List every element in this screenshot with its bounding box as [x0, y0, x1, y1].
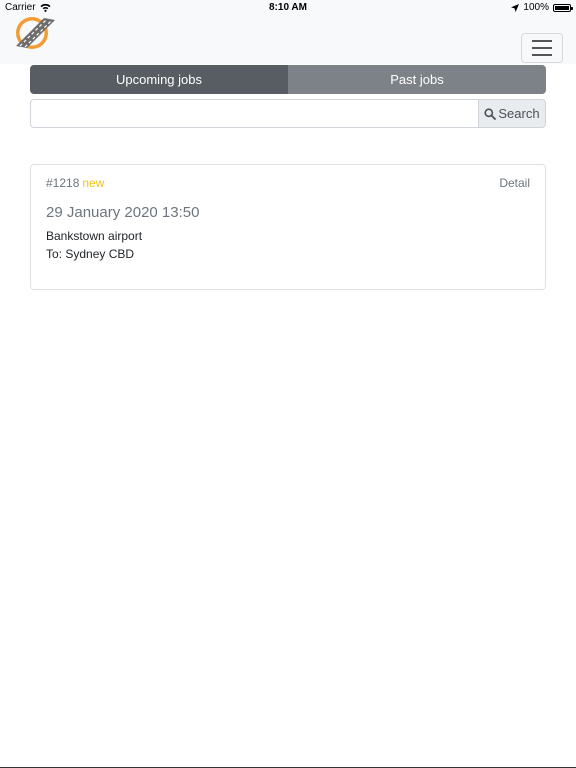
- battery-icon: [553, 3, 573, 12]
- navbar: [0, 16, 576, 64]
- battery-percent: 100%: [523, 2, 549, 13]
- search-button-label: Search: [498, 106, 540, 121]
- job-id-line: #1218 new: [46, 176, 104, 190]
- job-tabs: Upcoming jobs Past jobs: [30, 65, 546, 94]
- job-datetime: 29 January 2020 13:50: [46, 204, 200, 221]
- job-destination: To: Sydney CBD: [46, 247, 135, 261]
- hamburger-menu-icon: [532, 40, 552, 42]
- battery-fill: [555, 5, 569, 10]
- job-pickup: Bankstown airport: [46, 229, 143, 243]
- search-input[interactable]: [30, 99, 478, 128]
- search-icon: [484, 107, 497, 120]
- search-bar: Search: [30, 99, 546, 128]
- tab-upcoming-jobs[interactable]: Upcoming jobs: [30, 65, 288, 94]
- menu-toggle-button[interactable]: [521, 33, 563, 63]
- status-right: 100%: [511, 2, 573, 13]
- status-bar: Carrier 8:10 AM 100%: [0, 0, 576, 16]
- hamburger-menu-icon: [532, 47, 552, 49]
- job-detail-link[interactable]: Detail: [499, 176, 530, 190]
- road-logo-icon[interactable]: [14, 16, 56, 52]
- status-time: 8:10 AM: [269, 2, 307, 13]
- location-arrow-icon: [511, 3, 520, 12]
- job-card[interactable]: #1218 new Detail 29 January 2020 13:50 Ba…: [30, 164, 546, 290]
- hamburger-menu-icon: [532, 54, 552, 56]
- job-id: #1218: [46, 176, 80, 190]
- job-status-badge: new: [82, 176, 105, 190]
- search-button[interactable]: Search: [478, 99, 546, 128]
- tab-past-jobs[interactable]: Past jobs: [288, 65, 546, 94]
